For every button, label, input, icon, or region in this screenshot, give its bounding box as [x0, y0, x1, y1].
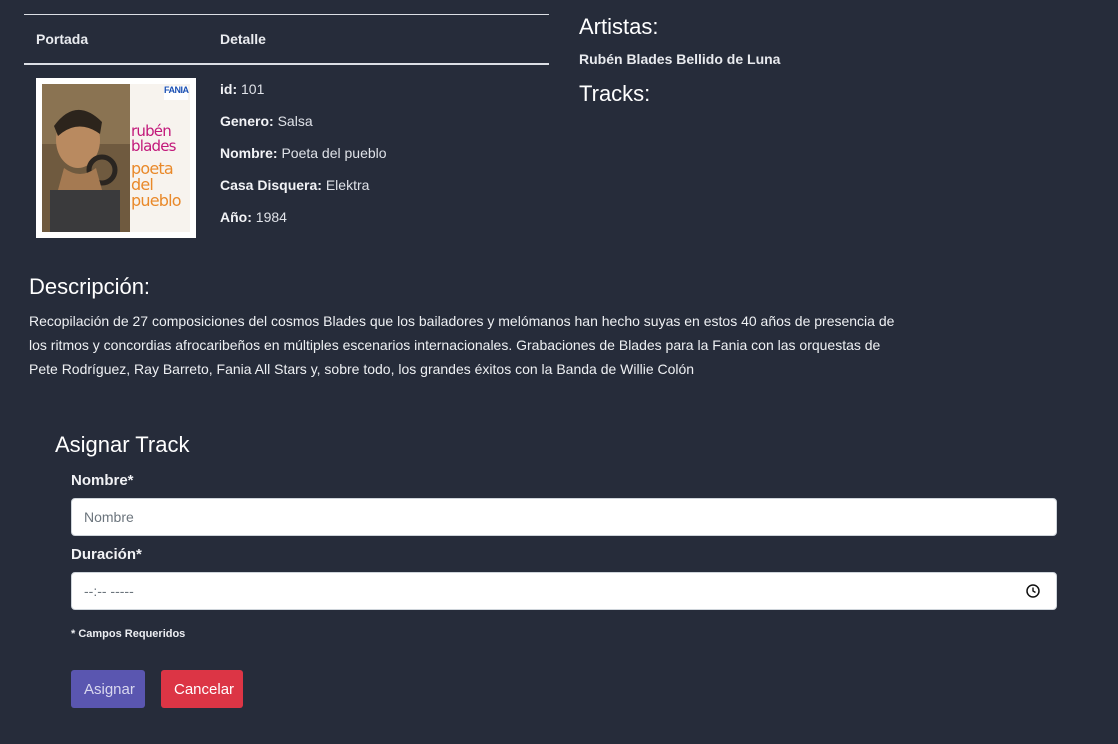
- cover-title-text: poeta del pueblo: [131, 159, 182, 210]
- album-cover-art: [36, 78, 196, 238]
- detail-genre: Genero: Salsa: [220, 113, 313, 129]
- assign-track-form: Asignar Track Nombre* Duración* * Campos…: [55, 432, 1057, 708]
- detail-name: Nombre: Poeta del pueblo: [220, 145, 387, 161]
- fania-logo: FANIA: [164, 85, 189, 95]
- nombre-field-wrapper: [71, 498, 1057, 536]
- duracion-field-wrapper: [71, 572, 1057, 610]
- description-section: Descripción: Recopilación de 27 composic…: [29, 274, 919, 381]
- cancel-button[interactable]: Cancelar: [161, 670, 243, 708]
- nombre-input[interactable]: [84, 509, 1056, 525]
- table-header: Portada Detalle: [24, 14, 549, 65]
- assign-button[interactable]: Asignar: [71, 670, 145, 708]
- description-text: Recopilación de 27 composiciones del cos…: [29, 313, 895, 377]
- description-title: Descripción:: [29, 274, 151, 299]
- required-note: * Campos Requeridos: [71, 628, 186, 640]
- duracion-input[interactable]: [84, 583, 1056, 599]
- artists-title: Artistas:: [579, 14, 659, 39]
- clock-icon[interactable]: [1026, 584, 1040, 598]
- nombre-label: Nombre*: [71, 472, 134, 489]
- artists-tracks-panel: Artistas: Rubén Blades Bellido de Luna T…: [579, 14, 1079, 107]
- form-actions: Asignar Cancelar: [71, 670, 1057, 708]
- detail-label: Casa Disquera: Elektra: [220, 177, 370, 193]
- detail-cell: id: 101 Genero: Salsa Nombre: Poeta del …: [220, 78, 387, 238]
- table-row: FANIA rubén blades poeta del pueblo id: …: [24, 65, 549, 238]
- cover-artist-text: rubén blades: [131, 122, 176, 155]
- header-cover: Portada: [36, 31, 89, 47]
- header-detail: Detalle: [220, 31, 266, 47]
- detail-id: id: 101: [220, 81, 265, 97]
- form-title: Asignar Track: [55, 432, 190, 457]
- album-table: Portada Detalle FANIA rubén blades poeta…: [24, 14, 549, 238]
- detail-year: Año: 1984: [220, 209, 287, 225]
- cover-cell: FANIA rubén blades poeta del pueblo: [24, 78, 220, 238]
- tracks-title: Tracks:: [579, 81, 651, 106]
- duracion-label: Duración*: [71, 546, 142, 563]
- album-cover-image: FANIA rubén blades poeta del pueblo: [36, 78, 196, 238]
- artist-name: Rubén Blades Bellido de Luna: [579, 51, 781, 67]
